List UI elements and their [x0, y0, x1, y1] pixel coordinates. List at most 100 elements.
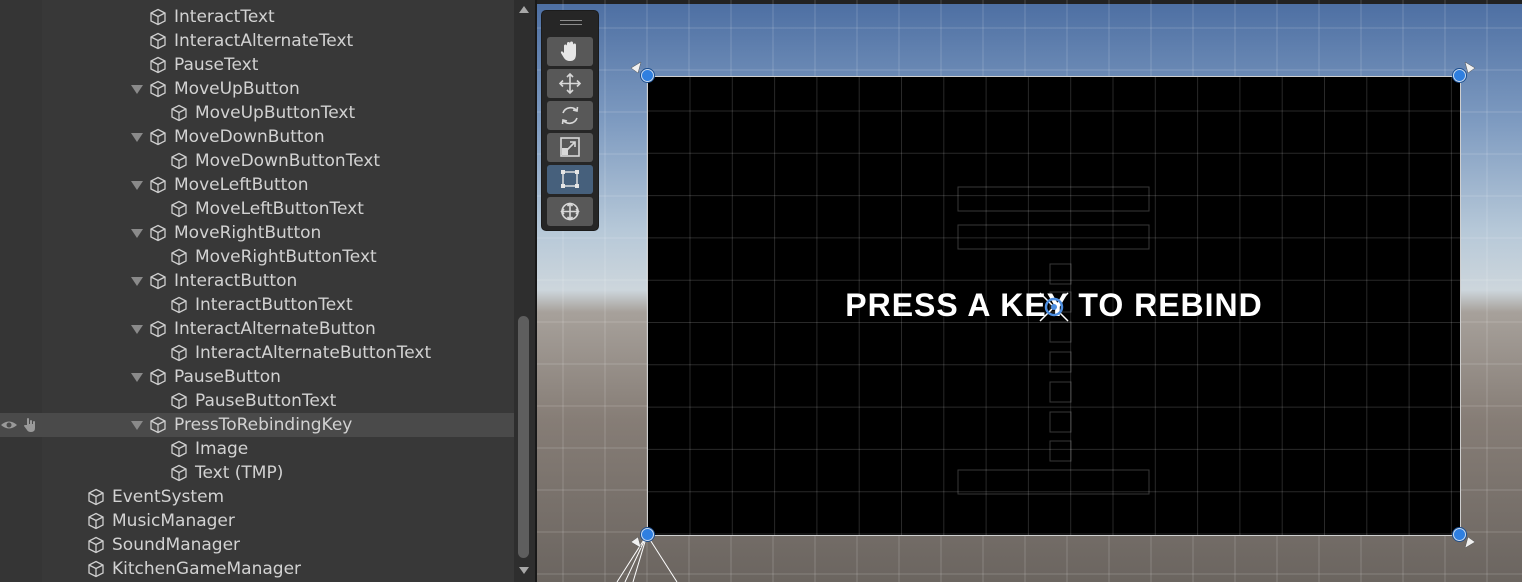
hierarchy-item-label: InteractAlternateButtonText: [195, 343, 432, 363]
hierarchy-item[interactable]: InteractAlternateButton: [0, 317, 514, 341]
move-arrows-icon: [558, 72, 582, 95]
scroll-up-arrow-icon[interactable]: [519, 6, 529, 13]
hidden-ui-outlines: [957, 186, 1150, 495]
hierarchy-panel: InteractText InteractAlternateText PauseTe…: [0, 0, 535, 582]
hierarchy-item-label: PauseButtonText: [195, 391, 337, 411]
transform-icon: [560, 202, 580, 221]
hierarchy-item[interactable]: MoveDownButtonText: [0, 149, 514, 173]
expand-arrow-icon[interactable]: [131, 325, 143, 334]
hierarchy-item[interactable]: InteractText: [0, 5, 514, 29]
hierarchy-item-label: KitchenGameManager: [112, 559, 302, 579]
hierarchy-item[interactable]: PauseText: [0, 53, 514, 77]
hierarchy-item-label: InteractText: [174, 7, 275, 27]
hierarchy-item[interactable]: MoveUpButtonText: [0, 101, 514, 125]
hierarchy-item[interactable]: MoveUpButton: [0, 77, 514, 101]
gameobject-cube-icon: [170, 248, 188, 266]
gameobject-cube-icon: [170, 344, 188, 362]
hierarchy-item[interactable]: PauseButtonText: [0, 389, 514, 413]
expand-arrow-icon[interactable]: [131, 85, 143, 94]
hand-icon: [560, 41, 576, 61]
hierarchy-item[interactable]: InteractAlternateText: [0, 29, 514, 53]
hierarchy-item-label: InteractButton: [174, 271, 298, 291]
hierarchy-item-label: MoveLeftButton: [174, 175, 309, 195]
gameobject-cube-icon: [170, 440, 188, 458]
pickable-hand-icon[interactable]: [22, 416, 40, 434]
hierarchy-item-label: SoundManager: [112, 535, 241, 555]
hierarchy-item[interactable]: PauseButton: [0, 365, 514, 389]
hierarchy-item-label: MoveLeftButtonText: [195, 199, 364, 219]
gameobject-cube-icon: [149, 128, 167, 146]
gameobject-cube-icon: [87, 512, 105, 530]
scene-view[interactable]: PRESS A KEY TO REBIND: [537, 0, 1522, 582]
palette-grip-line[interactable]: [560, 24, 582, 25]
hierarchy-item[interactable]: MusicManager: [0, 509, 514, 533]
hierarchy-item[interactable]: PressToRebindingKey: [0, 413, 514, 437]
gameobject-cube-icon: [87, 536, 105, 554]
hierarchy-item-label: InteractButtonText: [195, 295, 353, 315]
expand-arrow-icon[interactable]: [131, 421, 143, 430]
hierarchy-item-label: MoveRightButtonText: [195, 247, 377, 267]
hierarchy-item-label: MoveUpButton: [174, 79, 300, 99]
hierarchy-item-label: MoveUpButtonText: [195, 103, 356, 123]
rotate-icon: [561, 106, 579, 125]
scale-icon: [560, 137, 580, 157]
hierarchy-item-label: MoveDownButton: [174, 127, 325, 147]
scene-tools-palette: [541, 10, 599, 231]
hierarchy-item[interactable]: InteractAlternateButtonText: [0, 341, 514, 365]
gameobject-cube-icon: [170, 464, 188, 482]
expand-arrow-icon[interactable]: [131, 133, 143, 142]
hierarchy-item[interactable]: MoveLeftButtonText: [0, 197, 514, 221]
corner-handle-top-left[interactable]: [641, 69, 654, 82]
corner-handle-top-right[interactable]: [1453, 69, 1466, 82]
hierarchy-item-label: Text (TMP): [195, 463, 284, 483]
hierarchy-item[interactable]: MoveRightButton: [0, 221, 514, 245]
hierarchy-item[interactable]: SoundManager: [0, 533, 514, 557]
hierarchy-item[interactable]: MoveLeftButton: [0, 173, 514, 197]
palette-grip-line[interactable]: [560, 20, 582, 21]
rotate-tool-button[interactable]: [547, 101, 593, 130]
gameobject-cube-icon: [149, 80, 167, 98]
gameobject-cube-icon: [87, 560, 105, 578]
gameobject-cube-icon: [149, 32, 167, 50]
gameobject-cube-icon: [170, 392, 188, 410]
hierarchy-item[interactable]: Text (TMP): [0, 461, 514, 485]
hierarchy-item[interactable]: Image: [0, 437, 514, 461]
rect-tool-button[interactable]: [547, 165, 593, 194]
ui-canvas-rect[interactable]: PRESS A KEY TO REBIND: [647, 76, 1461, 536]
gameobject-cube-icon: [149, 368, 167, 386]
gameobject-cube-icon: [149, 320, 167, 338]
scroll-down-arrow-icon[interactable]: [519, 567, 529, 574]
move-tool-button[interactable]: [547, 69, 593, 98]
hierarchy-item[interactable]: KitchenGameManager: [0, 557, 514, 581]
expand-arrow-icon[interactable]: [131, 229, 143, 238]
scale-tool-button[interactable]: [547, 133, 593, 162]
scroll-thumb[interactable]: [518, 316, 529, 558]
gameobject-cube-icon: [149, 176, 167, 194]
transform-tool-button[interactable]: [547, 197, 593, 226]
hierarchy-item-label: MusicManager: [112, 511, 235, 531]
gameobject-cube-icon: [149, 8, 167, 26]
visibility-eye-icon[interactable]: [0, 417, 18, 433]
hierarchy-item-label: PressToRebindingKey: [174, 415, 353, 435]
hand-tool-button[interactable]: [547, 37, 593, 66]
pivot-gizmo-icon[interactable]: [1034, 287, 1074, 327]
hierarchy-item-label: InteractAlternateButton: [174, 319, 376, 339]
corner-handle-bottom-right[interactable]: [1453, 528, 1466, 541]
gameobject-cube-icon: [170, 200, 188, 218]
hierarchy-item[interactable]: InteractButton: [0, 269, 514, 293]
hierarchy-item-label: PauseButton: [174, 367, 281, 387]
hierarchy-item[interactable]: MoveDownButton: [0, 125, 514, 149]
expand-arrow-icon[interactable]: [131, 277, 143, 286]
hierarchy-item-label: Image: [195, 439, 249, 459]
gameobject-cube-icon: [87, 488, 105, 506]
corner-handle-bottom-left[interactable]: [641, 528, 654, 541]
hierarchy-item[interactable]: InteractButtonText: [0, 293, 514, 317]
hierarchy-item-label: InteractAlternateText: [174, 31, 354, 51]
expand-arrow-icon[interactable]: [131, 373, 143, 382]
hierarchy-scrollbar[interactable]: [514, 0, 535, 582]
hierarchy-item-label: MoveDownButtonText: [195, 151, 381, 171]
gameobject-cube-icon: [170, 152, 188, 170]
hierarchy-item[interactable]: EventSystem: [0, 485, 514, 509]
hierarchy-item[interactable]: MoveRightButtonText: [0, 245, 514, 269]
expand-arrow-icon[interactable]: [131, 181, 143, 190]
